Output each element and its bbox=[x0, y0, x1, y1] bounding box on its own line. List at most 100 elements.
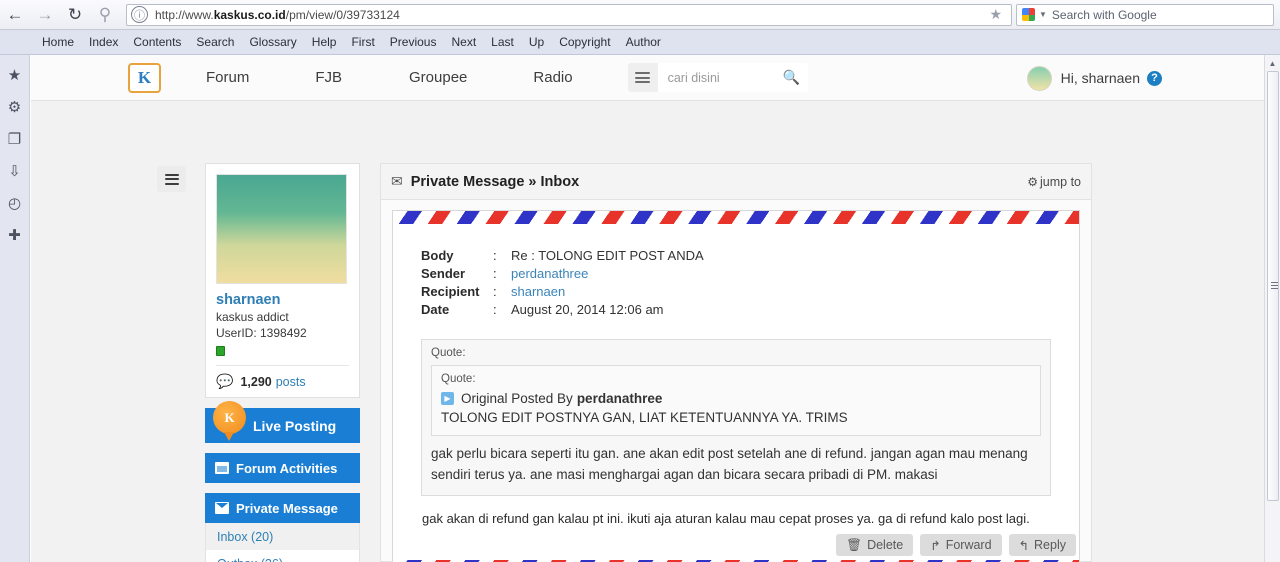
profile-userid: UserID: 1398492 bbox=[216, 326, 307, 340]
meta-sep: : bbox=[493, 265, 497, 281]
profile-username[interactable]: sharnaen bbox=[216, 292, 349, 308]
quote-outer: Quote: Quote: ▶ Original Posted By perda… bbox=[421, 339, 1051, 496]
sidebar-item-private-message[interactable]: Private Message bbox=[205, 493, 360, 523]
plus-icon[interactable]: ✚ bbox=[2, 219, 28, 251]
google-search-input[interactable]: ▼ Search with Google bbox=[1016, 3, 1274, 26]
recipient-link[interactable]: sharnaen bbox=[511, 284, 565, 299]
table-row: Body : Re : TOLONG EDIT POST ANDA bbox=[421, 246, 704, 264]
site-header: K Forum FJB Groupee Radio cari disini 🔍 … bbox=[31, 55, 1265, 101]
docnav-link-contents[interactable]: Contents bbox=[133, 35, 181, 49]
profile-avatar[interactable] bbox=[216, 174, 347, 284]
gear-icon[interactable]: ⚙ bbox=[2, 91, 28, 123]
scrollbar-thumb[interactable] bbox=[1267, 71, 1279, 501]
table-row: Sender : perdanathree bbox=[421, 264, 704, 282]
kaskus-logo-icon[interactable]: K bbox=[128, 62, 161, 93]
chevron-down-icon[interactable]: ▼ bbox=[1039, 10, 1047, 19]
user-menu[interactable]: Hi, sharnaen ? bbox=[1026, 55, 1162, 101]
forward-button[interactable]: ↱ Forward bbox=[920, 534, 1002, 556]
search-placeholder: cari disini bbox=[667, 70, 720, 85]
back-arrow-icon[interactable]: ← bbox=[0, 1, 30, 29]
meta-value-body: Re : TOLONG EDIT POST ANDA bbox=[511, 247, 704, 263]
meta-value-sender: perdanathree bbox=[511, 264, 704, 282]
sidebar-item-live-posting[interactable]: K Live Posting bbox=[205, 401, 360, 443]
sidebar-item-inbox[interactable]: Inbox (20) bbox=[205, 523, 360, 550]
magnifier-icon[interactable]: 🔍 bbox=[775, 63, 808, 92]
meta-sep: : bbox=[493, 283, 497, 299]
sidebar-item-forum-activities[interactable]: Forum Activities bbox=[205, 453, 360, 483]
docnav-link-previous[interactable]: Previous bbox=[390, 35, 437, 49]
quote-inner-label: Quote: bbox=[441, 373, 476, 385]
sidebar-item-label: Live Posting bbox=[253, 417, 337, 434]
sidebar-toggle-button[interactable] bbox=[157, 166, 186, 192]
docnav-link-index[interactable]: Index bbox=[89, 35, 118, 49]
quote-inner-text: TOLONG EDIT POSTNYA GAN, LIAT KETENTUANN… bbox=[441, 410, 848, 425]
sender-link[interactable]: perdanathree bbox=[511, 266, 588, 281]
docnav-link-search[interactable]: Search bbox=[196, 35, 234, 49]
star-icon[interactable]: ★ bbox=[984, 6, 1007, 23]
google-logo-icon bbox=[1022, 8, 1035, 21]
download-icon[interactable]: ⇩ bbox=[2, 155, 28, 187]
panel-header: ✉ Private Message » Inbox ⚙ jump to bbox=[381, 164, 1091, 200]
posts-label: posts bbox=[275, 374, 306, 389]
posts-count: 1,290 bbox=[240, 374, 272, 389]
document-nav-bar: Home Index Contents Search Glossary Help… bbox=[0, 30, 1280, 55]
message-meta-table: Body : Re : TOLONG EDIT POST ANDA Sender… bbox=[421, 246, 704, 318]
sidebar-item-outbox[interactable]: Outbox (26) bbox=[205, 550, 360, 562]
docnav-link-home[interactable]: Home bbox=[42, 35, 74, 49]
meta-key: Date bbox=[421, 301, 450, 317]
envelope-icon bbox=[215, 502, 229, 514]
speech-bubble-icon: 💬 bbox=[216, 373, 234, 389]
delete-label: Delete bbox=[867, 538, 904, 552]
clock-icon[interactable]: ◴ bbox=[2, 187, 28, 219]
key-icon[interactable]: ⚲ bbox=[90, 1, 120, 29]
docnav-link-glossary[interactable]: Glossary bbox=[249, 35, 296, 49]
scroll-up-arrow-icon[interactable]: ▲ bbox=[1265, 55, 1280, 71]
message-content: Body : Re : TOLONG EDIT POST ANDA Sender… bbox=[393, 224, 1079, 560]
avatar[interactable] bbox=[1026, 65, 1052, 91]
page-viewport: K Forum FJB Groupee Radio cari disini 🔍 … bbox=[31, 55, 1265, 562]
forward-icon: ↱ bbox=[930, 538, 941, 553]
page-title: Private Message » Inbox bbox=[410, 173, 580, 190]
note-icon[interactable]: ❐ bbox=[2, 123, 28, 155]
nav-item-forum[interactable]: Forum bbox=[192, 69, 263, 86]
nav-item-fjb[interactable]: FJB bbox=[301, 69, 356, 86]
reload-icon[interactable]: ↻ bbox=[60, 1, 90, 29]
message-actions: 🗑 Delete ↱ Forward ↰ Reply bbox=[836, 534, 1076, 556]
delete-button[interactable]: 🗑 Delete bbox=[836, 534, 914, 556]
info-circle-icon[interactable]: ⓘ bbox=[131, 6, 148, 23]
user-greeting: Hi, sharnaen bbox=[1060, 70, 1140, 86]
reply-button[interactable]: ↰ Reply bbox=[1008, 534, 1076, 556]
trash-icon: 🗑 bbox=[846, 537, 863, 552]
vertical-scrollbar[interactable]: ▲ bbox=[1264, 55, 1280, 562]
quote-attrib-prefix: Original Posted By bbox=[461, 391, 573, 406]
docnav-link-author[interactable]: Author bbox=[626, 35, 661, 49]
jump-to-button[interactable]: ⚙ jump to bbox=[1027, 175, 1081, 189]
nav-item-radio[interactable]: Radio bbox=[519, 69, 586, 86]
star-icon[interactable]: ★ bbox=[2, 59, 28, 91]
help-icon[interactable]: ? bbox=[1147, 70, 1162, 86]
search-input[interactable]: cari disini bbox=[657, 63, 776, 92]
meta-key: Body bbox=[421, 247, 454, 263]
forward-arrow-icon[interactable]: → bbox=[30, 1, 60, 29]
docnav-link-copyright[interactable]: Copyright bbox=[559, 35, 610, 49]
docnav-link-up[interactable]: Up bbox=[529, 35, 544, 49]
hamburger-icon[interactable] bbox=[627, 63, 658, 92]
nav-item-groupee[interactable]: Groupee bbox=[395, 69, 481, 86]
sidebar-item-label: Private Message bbox=[236, 500, 338, 516]
docnav-link-next[interactable]: Next bbox=[451, 35, 476, 49]
calendar-icon bbox=[215, 462, 229, 474]
address-bar[interactable]: ⓘ http://www.kaskus.co.id/pm/view/0/3973… bbox=[126, 3, 1012, 26]
sidebar-item-label: Forum Activities bbox=[236, 460, 338, 476]
docnav-link-help[interactable]: Help bbox=[312, 35, 337, 49]
scrollbar-grip bbox=[1271, 280, 1278, 291]
message-body-text: gak akan di refund gan kalau pt ini. iku… bbox=[422, 510, 1030, 526]
airmail-stripe-top bbox=[393, 211, 1079, 224]
envelope-icon: ✉ bbox=[391, 173, 403, 189]
page-body: sharnaen kaskus addict UserID: 1398492 💬… bbox=[31, 101, 1265, 562]
profile-rank: kaskus addict bbox=[216, 310, 289, 324]
quote-attribution: ▶ Original Posted By perdanathree bbox=[441, 391, 1031, 406]
google-search-placeholder: Search with Google bbox=[1051, 7, 1157, 22]
docnav-link-first[interactable]: First bbox=[351, 35, 374, 49]
docnav-link-last[interactable]: Last bbox=[491, 35, 514, 49]
sidebar: sharnaen kaskus addict UserID: 1398492 💬… bbox=[205, 163, 360, 562]
